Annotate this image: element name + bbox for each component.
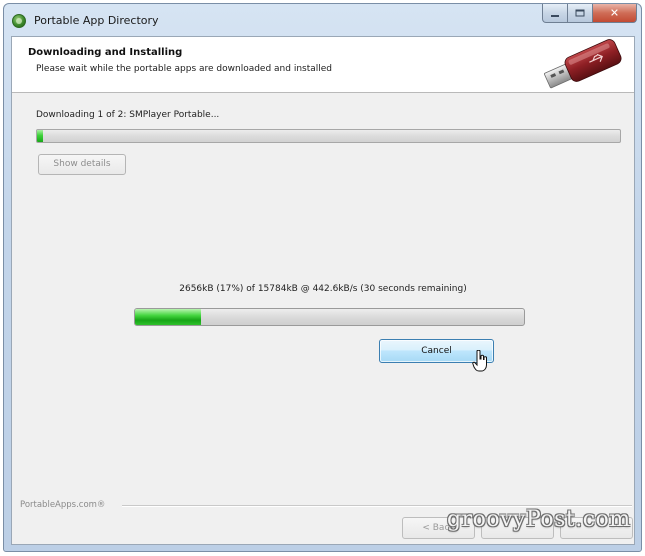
close-button[interactable]: ✕ bbox=[593, 4, 637, 23]
page-subtitle: Please wait while the portable apps are … bbox=[36, 64, 333, 74]
download-detail-text: 2656kB (17%) of 15784kB @ 442.6kB/s (30 … bbox=[179, 284, 467, 294]
window-title: Portable App Directory bbox=[34, 14, 159, 27]
file-progress-fill bbox=[135, 309, 202, 325]
maximize-icon bbox=[575, 9, 585, 17]
brand-label: PortableApps.com® bbox=[20, 500, 106, 510]
usb-drive-icon bbox=[544, 39, 622, 89]
watermark-text: groovyPost.com bbox=[447, 507, 631, 532]
app-logo-icon bbox=[12, 14, 26, 28]
page-title: Downloading and Installing bbox=[28, 47, 183, 58]
wizard-header: Downloading and Installing Please wait w… bbox=[12, 37, 634, 93]
file-progress-bar bbox=[134, 308, 525, 326]
overall-progress-bar bbox=[36, 129, 621, 143]
download-status-text: Downloading 1 of 2: SMPlayer Portable... bbox=[36, 110, 220, 120]
overall-progress-fill bbox=[37, 130, 43, 142]
installer-window: Portable App Directory ✕ Downloading and… bbox=[3, 3, 642, 552]
show-details-button[interactable]: Show details bbox=[38, 154, 126, 175]
minimize-button[interactable] bbox=[542, 4, 568, 23]
title-bar[interactable]: Portable App Directory ✕ bbox=[4, 4, 641, 36]
maximize-button[interactable] bbox=[568, 4, 593, 23]
close-icon: ✕ bbox=[609, 6, 620, 20]
minimize-icon bbox=[551, 15, 559, 17]
dialog-body: Downloading and Installing Please wait w… bbox=[11, 36, 635, 545]
mouse-cursor-icon bbox=[472, 350, 487, 372]
window-controls: ✕ bbox=[542, 4, 637, 24]
